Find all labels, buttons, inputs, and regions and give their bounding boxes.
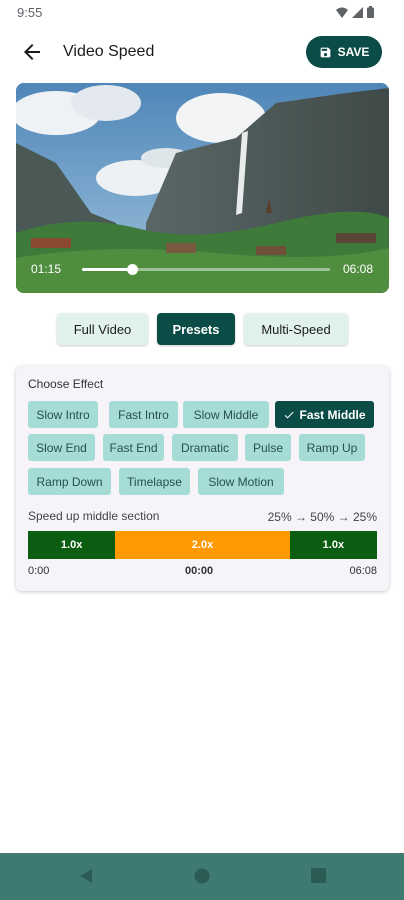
signal-icon [352,6,363,18]
video-frame [16,83,389,293]
chip-fast-middle[interactable]: Fast Middle [275,401,374,428]
status-icons [336,6,374,18]
nav-home-icon[interactable] [194,868,210,884]
speed-segment: 1.0x [28,531,116,559]
choose-effect-heading: Choose Effect [28,377,104,391]
chip-fast-intro[interactable]: Fast Intro [109,401,178,428]
video-player[interactable]: 01:15 06:08 [16,83,389,293]
chip-fast-end[interactable]: Fast End [103,434,164,461]
effect-description: Speed up middle section [28,509,160,523]
tab-multi-speed[interactable]: Multi-Speed [244,313,348,345]
current-time: 01:15 [31,262,62,276]
tab-presets[interactable]: Presets [157,313,235,345]
back-button[interactable] [20,40,44,64]
total-time: 06:08 [342,262,373,276]
save-button[interactable]: SAVE [306,36,382,68]
seek-progress [82,268,132,271]
speed-segments-bar: 1.0x 2.0x 1.0x [28,531,377,559]
effect-progression: 25% → 50% → 25% [267,510,377,524]
chip-ramp-up[interactable]: Ramp Up [299,434,365,461]
check-icon [285,411,294,418]
arrow-back-icon [24,44,40,60]
seek-thumb[interactable] [126,264,138,275]
chip-ramp-down[interactable]: Ramp Down [28,468,111,495]
chip-pulse[interactable]: Pulse [245,434,291,461]
timeline-end: 06:08 [349,565,377,577]
timeline-middle: 00:00 [185,565,214,577]
status-time: 9:55 [17,5,43,20]
save-label: SAVE [337,45,370,59]
timeline-start: 0:00 [28,565,50,577]
seek-bar[interactable] [82,264,330,275]
chip-dramatic[interactable]: Dramatic [172,434,238,461]
speed-segment: 2.0x [115,531,290,559]
page-title: Video Speed [63,43,155,60]
status-bar: 9:55 [0,0,404,24]
nav-recents-icon[interactable] [311,868,326,883]
save-icon [320,47,330,57]
app-bar: Video Speed SAVE [0,34,404,70]
effects-card: Choose Effect Slow Intro Fast Intro Slow… [16,366,389,591]
tab-full-video[interactable]: Full Video [57,313,148,345]
chip-fast-middle-label: Fast Middle [299,407,366,422]
wifi-icon [336,7,348,18]
chip-slow-end[interactable]: Slow End [28,434,95,461]
chip-slow-middle[interactable]: Slow Middle [183,401,269,428]
chip-timelapse[interactable]: Timelapse [119,468,190,495]
nav-back-icon[interactable] [78,868,94,884]
speed-segment: 1.0x [289,531,377,559]
battery-icon [367,6,374,18]
system-nav-bar [0,853,404,900]
mode-tabs: Full Video Presets Multi-Speed [0,313,404,345]
chip-slow-motion[interactable]: Slow Motion [198,468,284,495]
chip-slow-intro[interactable]: Slow Intro [28,401,98,428]
